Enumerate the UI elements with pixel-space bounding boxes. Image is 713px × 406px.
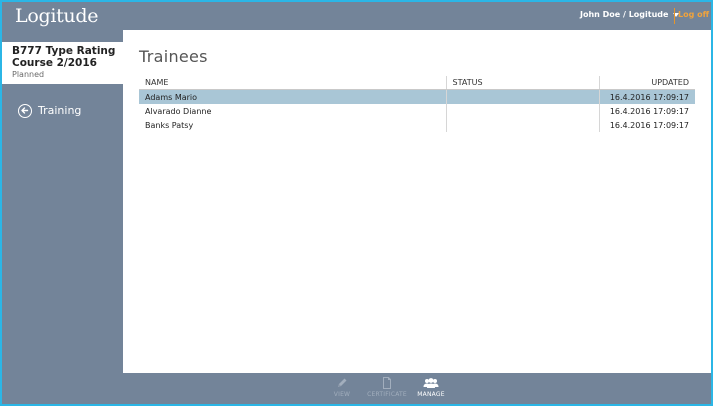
course-header: B777 Type Rating Course 2/2016 Planned: [2, 42, 123, 84]
trainee-status: [445, 118, 599, 132]
app-window: Logitude John Doe / Logitude Log off B77…: [2, 2, 711, 404]
certificate-button[interactable]: CERTIFICATE: [365, 377, 409, 398]
trainee-updated: 16.4.2016 17:09:17: [598, 89, 695, 104]
table-row[interactable]: Adams Mario 16.4.2016 17:09:17: [139, 89, 695, 104]
sidebar: B777 Type Rating Course 2/2016 Planned T…: [2, 30, 123, 373]
trainees-table: NAME STATUS UPDATED Adams Mario 16.4.201…: [139, 76, 695, 132]
divider: [674, 8, 675, 24]
table-row[interactable]: Alvarado Dianne 16.4.2016 17:09:17: [139, 104, 695, 118]
view-button[interactable]: VIEW: [320, 377, 364, 398]
column-header-status[interactable]: STATUS: [445, 76, 599, 90]
main-content: Trainees NAME STATUS UPDATED Adams Mario…: [123, 30, 711, 373]
page-title: Trainees: [139, 47, 208, 66]
trainee-updated: 16.4.2016 17:09:17: [598, 118, 695, 132]
user-menu-label: John Doe / Logitude: [580, 10, 669, 19]
document-icon: [383, 377, 391, 389]
logitude-logo[interactable]: Logitude: [15, 5, 98, 27]
pencil-icon: [338, 378, 347, 387]
table-header-row: NAME STATUS UPDATED: [139, 76, 695, 90]
course-title: B777 Type Rating Course 2/2016: [12, 45, 116, 69]
manage-label: MANAGE: [417, 391, 445, 398]
trainee-name: Adams Mario: [139, 89, 446, 104]
top-bar: Logitude John Doe / Logitude Log off: [2, 2, 711, 30]
view-label: VIEW: [333, 391, 351, 398]
trainee-status: [445, 89, 599, 104]
trainee-updated: 16.4.2016 17:09:17: [598, 104, 695, 118]
trainee-name: Alvarado Dianne: [145, 106, 212, 116]
certificate-label: CERTIFICATE: [367, 391, 407, 398]
users-icon: [423, 378, 439, 388]
trainee-name: Banks Patsy: [145, 120, 194, 130]
column-header-name[interactable]: NAME: [139, 76, 446, 90]
trainee-status: [445, 104, 599, 118]
sidebar-item-training-label: Training: [38, 104, 82, 117]
manage-button[interactable]: MANAGE: [409, 377, 453, 398]
bottom-toolbar: VIEW CERTIFICATE MANAGE: [2, 373, 711, 404]
table-row[interactable]: Banks Patsy 16.4.2016 17:09:17: [139, 118, 695, 132]
course-status: Planned: [12, 70, 45, 79]
logoff-link[interactable]: Log off: [678, 10, 709, 19]
user-menu[interactable]: John Doe / Logitude: [580, 10, 680, 19]
column-header-updated[interactable]: UPDATED: [598, 76, 695, 90]
arrow-left-circle-icon: [18, 104, 32, 118]
